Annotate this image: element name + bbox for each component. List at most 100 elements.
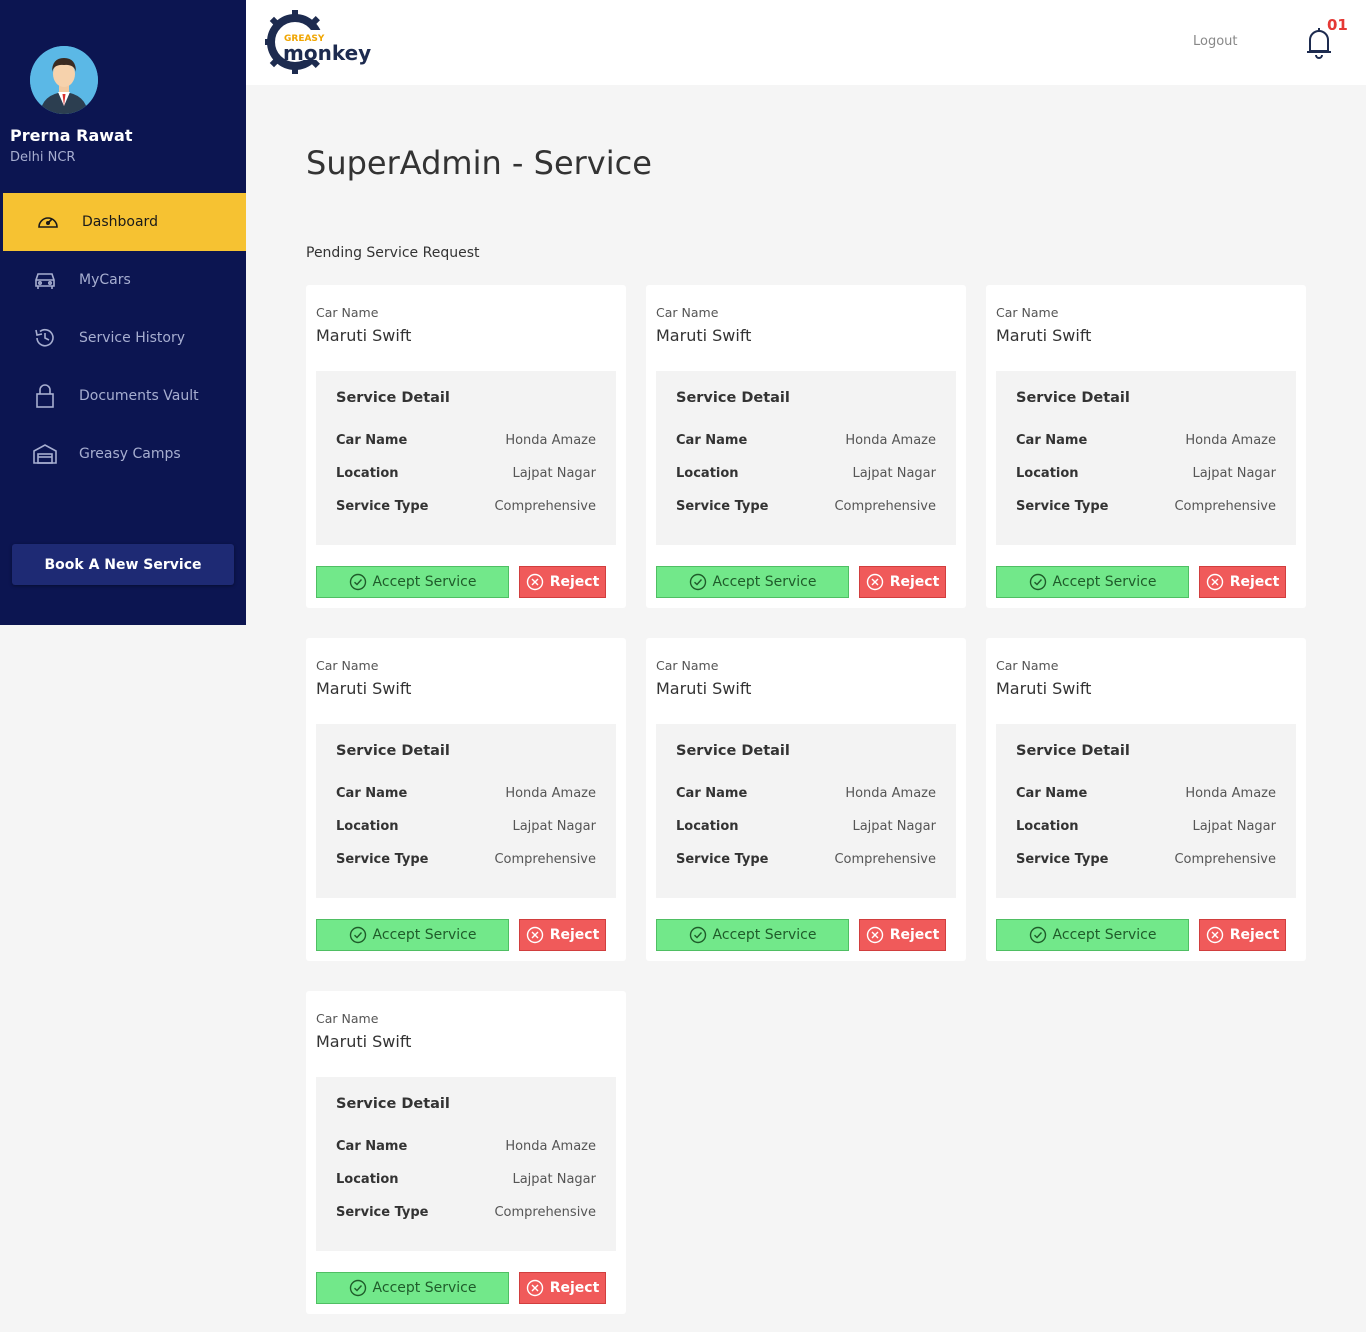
avatar[interactable]	[30, 46, 98, 114]
detail-row: Service Type Comprehensive	[336, 1205, 596, 1220]
detail-value: Honda Amaze	[1185, 786, 1276, 801]
detail-value: Honda Amaze	[1185, 433, 1276, 448]
service-detail-title: Service Detail	[336, 1096, 450, 1112]
section-title: Pending Service Request	[306, 245, 480, 261]
detail-row: Car Name Honda Amaze	[336, 1139, 596, 1154]
sidebar: Prerna Rawat Delhi NCR Dashboard MyCars …	[0, 0, 246, 625]
x-circle-icon	[526, 926, 544, 944]
service-detail-title: Service Detail	[1016, 390, 1130, 406]
car-name-label: Car Name	[996, 658, 1059, 673]
x-circle-icon	[1206, 926, 1224, 944]
service-detail-title: Service Detail	[336, 390, 450, 406]
service-detail-title: Service Detail	[676, 390, 790, 406]
service-detail-panel: Service Detail Car Name Honda Amaze Locatio…	[316, 724, 616, 898]
sidebar-item-dashboard[interactable]: Dashboard	[3, 193, 246, 251]
check-circle-icon	[349, 926, 367, 944]
x-circle-icon	[526, 1279, 544, 1297]
logout-link[interactable]: Logout	[1193, 34, 1238, 49]
detail-row: Service Type Comprehensive	[1016, 499, 1276, 514]
car-name-label: Car Name	[316, 658, 379, 673]
detail-key: Location	[1016, 819, 1079, 834]
accept-label: Accept Service	[372, 927, 477, 943]
check-circle-icon	[1029, 926, 1047, 944]
reject-button[interactable]: Reject	[519, 919, 606, 951]
detail-row: Location Lajpat Nagar	[676, 466, 936, 481]
check-circle-icon	[1029, 573, 1047, 591]
reject-button[interactable]: Reject	[519, 1272, 606, 1304]
garage-icon	[32, 441, 58, 467]
sidebar-item-documents-vault[interactable]: Documents Vault	[0, 367, 246, 425]
reject-button[interactable]: Reject	[859, 566, 946, 598]
accept-service-button[interactable]: Accept Service	[316, 1272, 509, 1304]
car-name-value: Maruti Swift	[316, 679, 412, 698]
sidebar-item-label: Service History	[79, 330, 185, 346]
brand-logo[interactable]: GREASY monkey	[263, 8, 375, 76]
detail-key: Service Type	[1016, 852, 1109, 867]
x-circle-icon	[866, 573, 884, 591]
service-detail-panel: Service Detail Car Name Honda Amaze Locatio…	[996, 724, 1296, 898]
page-title: SuperAdmin - Service	[306, 144, 652, 182]
service-detail-panel: Service Detail Car Name Honda Amaze Locatio…	[656, 724, 956, 898]
reject-label: Reject	[889, 574, 940, 590]
sidebar-item-label: Dashboard	[82, 214, 158, 230]
reject-button[interactable]: Reject	[519, 566, 606, 598]
detail-row: Location Lajpat Nagar	[336, 1172, 596, 1187]
detail-row: Service Type Comprehensive	[676, 499, 936, 514]
check-circle-icon	[349, 1279, 367, 1297]
accept-service-button[interactable]: Accept Service	[996, 566, 1189, 598]
detail-key: Car Name	[336, 786, 408, 801]
sidebar-nav: Dashboard MyCars Service History Documen…	[0, 193, 246, 483]
reject-button[interactable]: Reject	[1199, 919, 1286, 951]
sidebar-item-mycars[interactable]: MyCars	[0, 251, 246, 309]
detail-key: Service Type	[336, 499, 429, 514]
book-new-service-button[interactable]: Book A New Service	[12, 544, 234, 585]
car-name-value: Maruti Swift	[996, 326, 1092, 345]
car-name-value: Maruti Swift	[656, 326, 752, 345]
detail-key: Location	[676, 466, 739, 481]
reject-label: Reject	[889, 927, 940, 943]
accept-label: Accept Service	[712, 927, 817, 943]
service-detail-panel: Service Detail Car Name Honda Amaze Locatio…	[316, 371, 616, 545]
detail-key: Location	[1016, 466, 1079, 481]
service-detail-title: Service Detail	[676, 743, 790, 759]
reject-button[interactable]: Reject	[1199, 566, 1286, 598]
detail-row: Location Lajpat Nagar	[1016, 819, 1276, 834]
reject-label: Reject	[1229, 574, 1280, 590]
accept-label: Accept Service	[712, 574, 817, 590]
detail-key: Service Type	[336, 1205, 429, 1220]
car-name-label: Car Name	[656, 305, 719, 320]
car-name-value: Maruti Swift	[316, 326, 412, 345]
car-name-label: Car Name	[996, 305, 1059, 320]
detail-row: Car Name Honda Amaze	[676, 786, 936, 801]
sidebar-item-greasy-camps[interactable]: Greasy Camps	[0, 425, 246, 483]
detail-row: Car Name Honda Amaze	[336, 786, 596, 801]
detail-value: Comprehensive	[494, 499, 596, 514]
detail-row: Car Name Honda Amaze	[1016, 433, 1276, 448]
accept-service-button[interactable]: Accept Service	[316, 566, 509, 598]
accept-label: Accept Service	[372, 574, 477, 590]
detail-value: Comprehensive	[834, 499, 936, 514]
accept-service-button[interactable]: Accept Service	[656, 566, 849, 598]
notification-badge: 01	[1327, 16, 1348, 34]
sidebar-item-label: Greasy Camps	[79, 446, 181, 462]
top-header: GREASY monkey Logout 01	[246, 0, 1366, 85]
accept-service-button[interactable]: Accept Service	[316, 919, 509, 951]
detail-row: Service Type Comprehensive	[336, 499, 596, 514]
check-circle-icon	[689, 926, 707, 944]
sidebar-item-service-history[interactable]: Service History	[0, 309, 246, 367]
accept-service-button[interactable]: Accept Service	[996, 919, 1189, 951]
detail-value: Honda Amaze	[505, 786, 596, 801]
accept-service-button[interactable]: Accept Service	[656, 919, 849, 951]
service-request-card: Car Name Maruti Swift Service Detail Car Na…	[306, 638, 626, 961]
accept-label: Accept Service	[1052, 574, 1157, 590]
x-circle-icon	[526, 573, 544, 591]
reject-label: Reject	[549, 1280, 600, 1296]
detail-row: Car Name Honda Amaze	[336, 433, 596, 448]
sidebar-item-label: Documents Vault	[79, 388, 199, 404]
check-circle-icon	[689, 573, 707, 591]
detail-row: Car Name Honda Amaze	[676, 433, 936, 448]
detail-key: Service Type	[336, 852, 429, 867]
reject-button[interactable]: Reject	[859, 919, 946, 951]
car-name-value: Maruti Swift	[316, 1032, 412, 1051]
car-name-value: Maruti Swift	[996, 679, 1092, 698]
